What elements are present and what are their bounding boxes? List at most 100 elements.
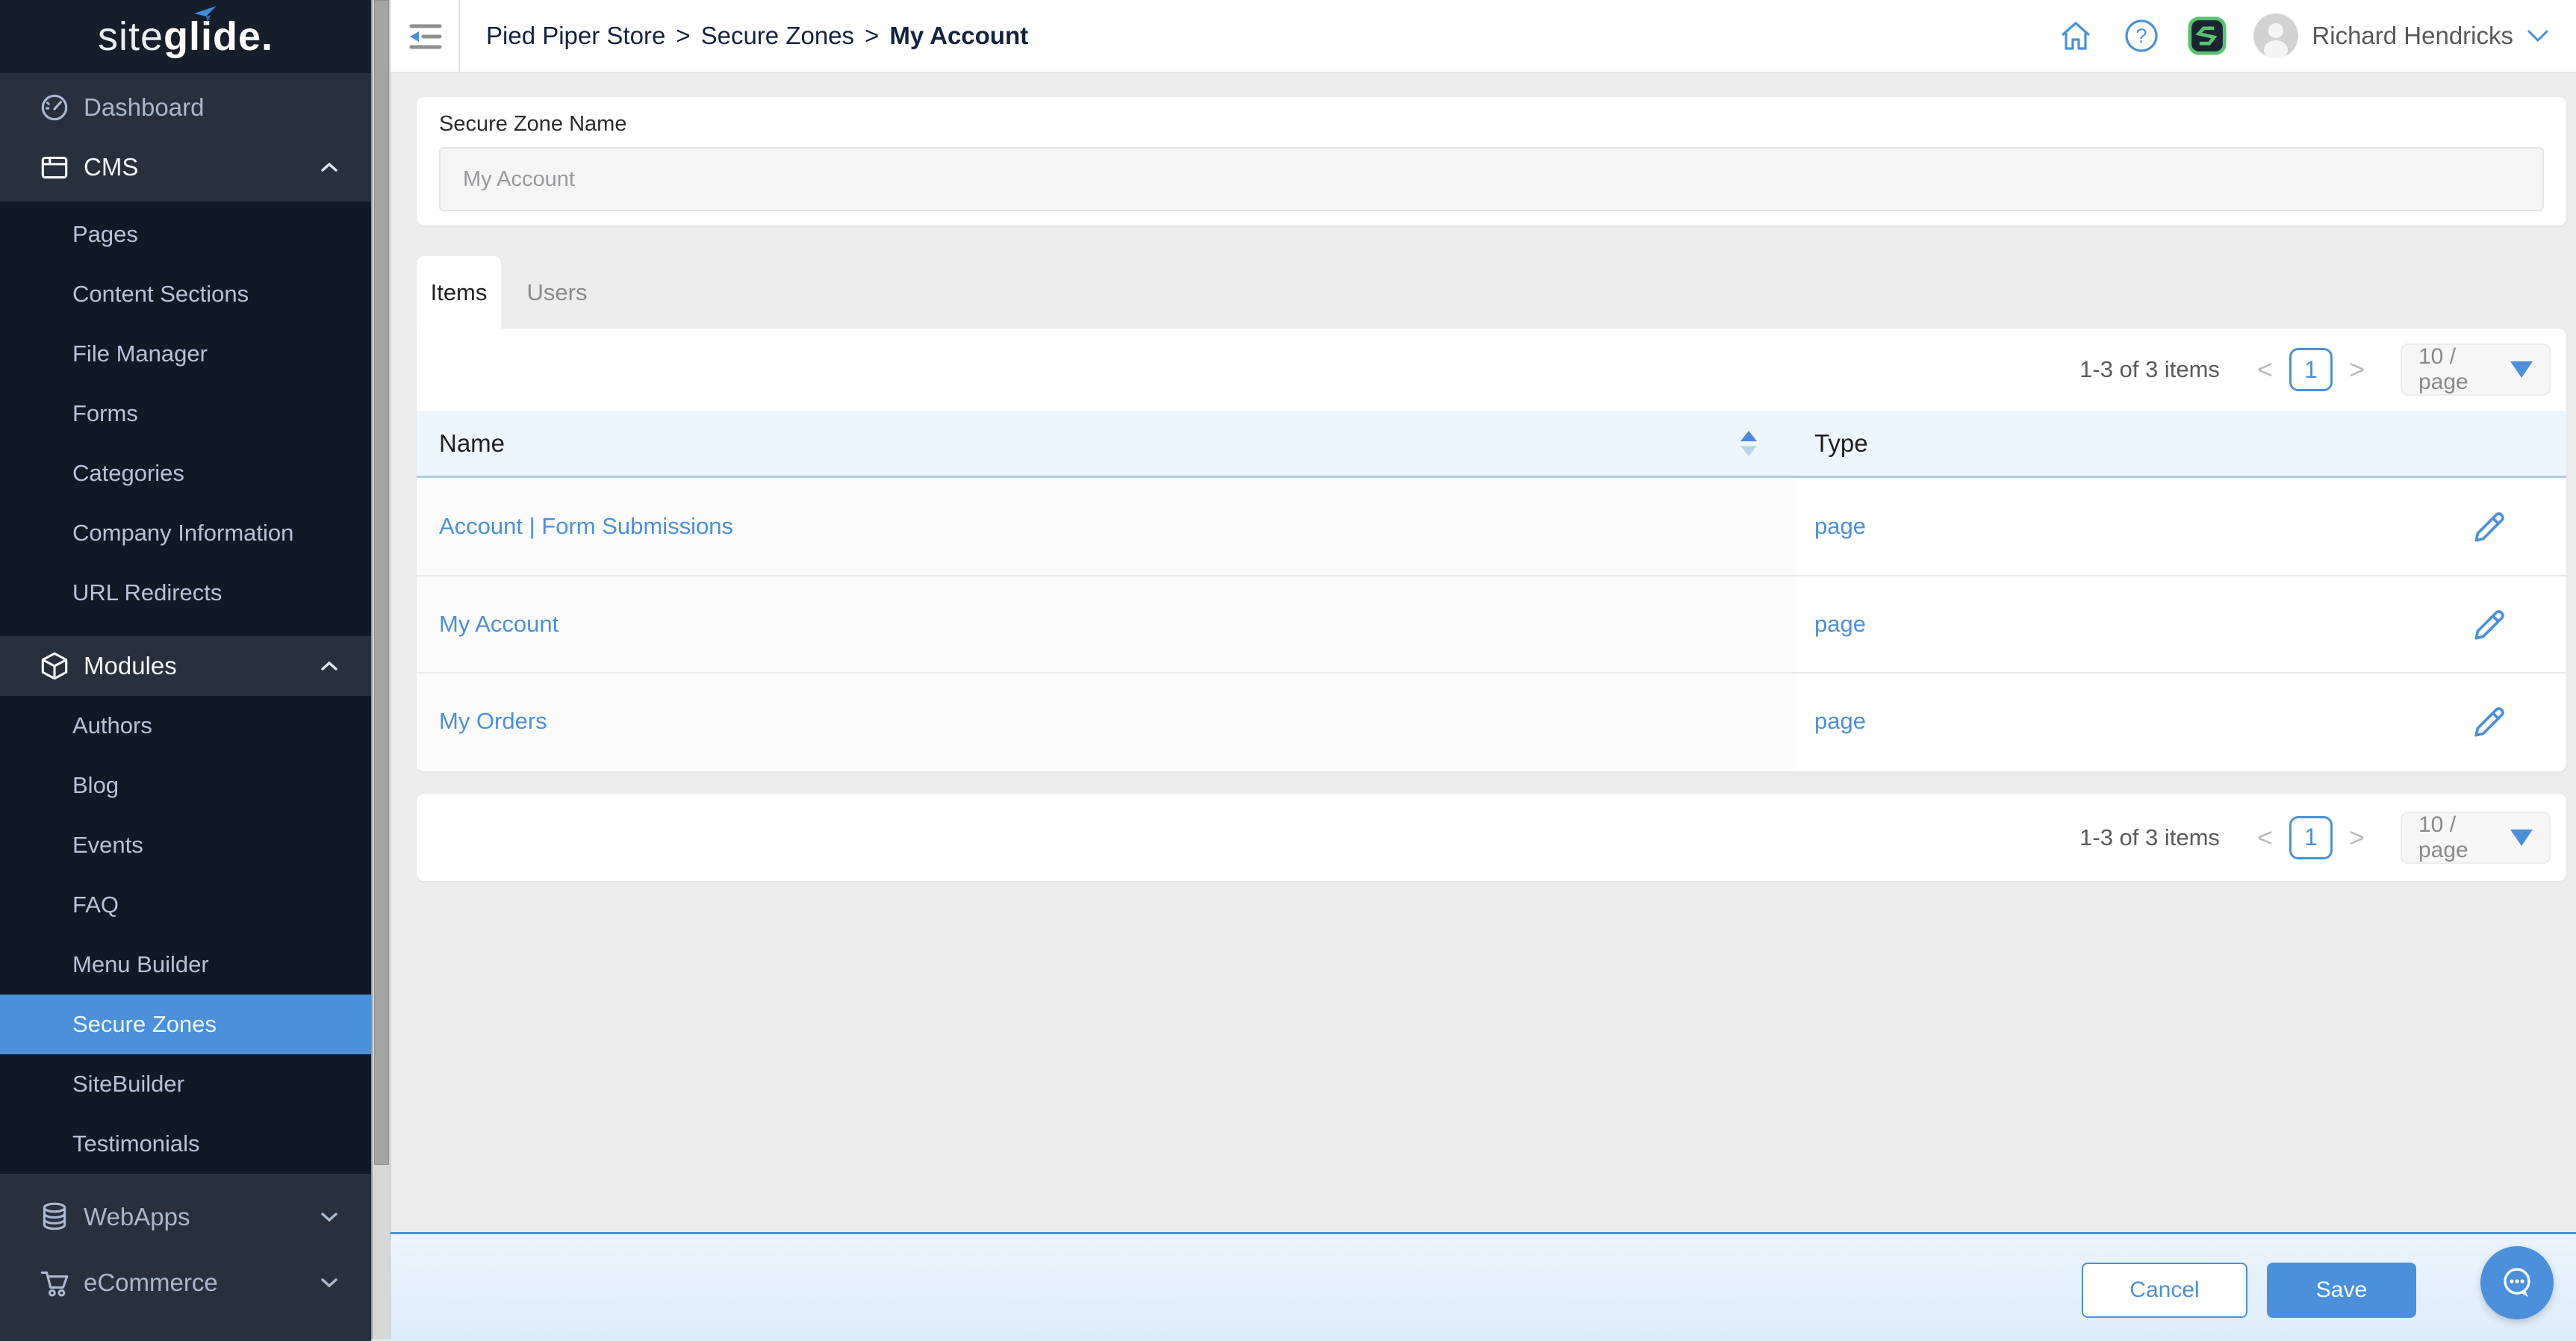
pagination-bottom: 1-3 of 3 items < 1 > 10 / page <box>417 797 2566 879</box>
sidebar-item-url-redirects[interactable]: URL Redirects <box>0 563 371 623</box>
item-link[interactable]: My Account <box>439 611 559 638</box>
sidebar-item-file-manager[interactable]: File Manager <box>0 324 371 384</box>
main-area: Pied Piper Store > Secure Zones > My Acc… <box>391 0 2576 1340</box>
sidebar-scrollbar-thumb[interactable] <box>374 0 389 1165</box>
table-row: Account | Form Submissions page <box>417 478 2566 575</box>
breadcrumb-separator: > <box>676 22 690 50</box>
collapse-sidebar-button[interactable] <box>407 19 444 55</box>
chevron-up-icon <box>320 162 338 172</box>
edit-pencil-icon[interactable] <box>2469 603 2511 645</box>
sidebar-item-label: File Manager <box>72 340 208 367</box>
sort-descending-icon <box>1740 446 1757 456</box>
page-size-select[interactable]: 10 / page <box>2401 343 2551 396</box>
pagination-page-1[interactable]: 1 <box>2289 816 2333 859</box>
sidebar-item-forms[interactable]: Forms <box>0 384 371 444</box>
sidebar-item-menu-builder[interactable]: Menu Builder <box>0 935 371 995</box>
item-type-cell[interactable]: page <box>1796 513 2469 540</box>
logo-text-bold: glide. <box>164 14 273 59</box>
sidebar-modules-group: Modules <box>0 636 371 696</box>
home-button[interactable] <box>2056 16 2095 55</box>
chat-bubble-icon <box>2495 1260 2539 1305</box>
sidebar-scrollbar <box>371 0 391 1340</box>
sort-ascending-icon <box>1740 431 1757 441</box>
sidebar-item-company-information[interactable]: Company Information <box>0 503 371 563</box>
item-type-cell[interactable]: page <box>1796 611 2469 638</box>
pagination-prev-button[interactable]: < <box>2257 354 2273 385</box>
breadcrumb-site[interactable]: Pied Piper Store <box>486 22 665 50</box>
item-name-cell: Account | Form Submissions <box>417 478 1796 575</box>
sidebar-item-label: eCommerce <box>84 1269 218 1297</box>
sidebar-item-ecommerce[interactable]: eCommerce <box>0 1250 371 1316</box>
column-header-name-label: Name <box>439 429 505 457</box>
topbar-divider <box>458 0 460 72</box>
sidebar-item-events[interactable]: Events <box>0 815 371 875</box>
help-button[interactable]: ? <box>2122 16 2161 55</box>
sidebar-item-label: Categories <box>72 460 184 487</box>
dropdown-caret-icon <box>2510 830 2533 846</box>
pagination-page-1[interactable]: 1 <box>2289 348 2333 391</box>
dropdown-caret-icon <box>2510 361 2533 378</box>
sidebar-item-label: FAQ <box>72 892 119 918</box>
pagination-prev-button[interactable]: < <box>2257 822 2273 853</box>
secure-zone-name-input[interactable] <box>439 147 2544 211</box>
secure-zone-name-label: Secure Zone Name <box>439 112 2544 137</box>
sidebar-item-testimonials[interactable]: Testimonials <box>0 1114 371 1174</box>
table-row: My Orders page <box>417 672 2566 769</box>
item-type-cell[interactable]: page <box>1796 708 2469 735</box>
sidebar-item-webapps[interactable]: WebApps <box>0 1184 371 1250</box>
chevron-down-icon <box>320 1278 338 1288</box>
sidebar-item-dashboard[interactable]: Dashboard <box>0 78 371 137</box>
edit-pencil-icon[interactable] <box>2469 700 2511 742</box>
item-actions-cell <box>2469 603 2566 645</box>
cms-window-icon <box>37 150 72 184</box>
logo-text-light: site <box>98 14 164 59</box>
sidebar-item-blog[interactable]: Blog <box>0 756 371 815</box>
sidebar-item-modules[interactable]: Modules <box>0 636 371 696</box>
breadcrumb-secure-zones[interactable]: Secure Zones <box>701 22 854 50</box>
sidebar-item-content-sections[interactable]: Content Sections <box>0 264 371 324</box>
item-actions-cell <box>2469 700 2566 742</box>
pagination-range: 1-3 of 3 items <box>2079 824 2220 851</box>
sidebar-item-secure-zones[interactable]: Secure Zones <box>0 995 371 1054</box>
topbar: Pied Piper Store > Secure Zones > My Acc… <box>391 0 2576 73</box>
sidebar-item-categories[interactable]: Categories <box>0 444 371 503</box>
edit-pencil-icon[interactable] <box>2469 505 2511 547</box>
sidebar-item-authors[interactable]: Authors <box>0 696 371 756</box>
pagination-bottom-panel: 1-3 of 3 items < 1 > 10 / page <box>417 794 2566 881</box>
sidebar-item-cms[interactable]: CMS <box>0 137 371 197</box>
tab-items[interactable]: Items <box>417 256 501 329</box>
sidebar-item-pages[interactable]: Pages <box>0 205 371 264</box>
sidebar-top-groups: Dashboard CMS <box>0 73 371 202</box>
sidebar-item-sitebuilder[interactable]: SiteBuilder <box>0 1054 371 1114</box>
webapps-database-icon <box>37 1200 72 1234</box>
pagination-next-button[interactable]: > <box>2349 822 2365 853</box>
item-link[interactable]: My Orders <box>439 708 547 735</box>
sidebar-item-label: Content Sections <box>72 281 249 308</box>
logo-block: siteglide. <box>0 0 371 73</box>
tab-users[interactable]: Users <box>501 256 613 329</box>
chevron-down-icon <box>320 1212 338 1222</box>
siteglide-badge-icon[interactable] <box>2188 16 2227 55</box>
sidebar-item-label: Company Information <box>72 520 293 547</box>
tabs: Items Users <box>417 256 613 329</box>
save-button[interactable]: Save <box>2267 1263 2416 1318</box>
sidebar-item-faq[interactable]: FAQ <box>0 875 371 935</box>
cancel-button[interactable]: Cancel <box>2082 1263 2247 1318</box>
table-row: My Account page <box>417 575 2566 672</box>
user-name: Richard Hendricks <box>2312 22 2513 50</box>
menu-fold-arrow <box>410 31 419 42</box>
item-link[interactable]: Account | Form Submissions <box>439 513 733 540</box>
chat-bubble-button[interactable] <box>2480 1246 2554 1319</box>
page-size-select[interactable]: 10 / page <box>2401 812 2551 864</box>
page-size-value: 10 / page <box>2418 812 2510 863</box>
table-header: Name Type <box>417 411 2566 478</box>
sidebar-item-label: Events <box>72 832 143 859</box>
item-name-cell: My Account <box>417 576 1796 672</box>
sidebar-item-label: Testimonials <box>72 1130 200 1157</box>
user-menu[interactable]: Richard Hendricks <box>2253 13 2549 58</box>
column-header-name[interactable]: Name <box>417 429 1796 458</box>
sidebar-item-label: SiteBuilder <box>72 1071 184 1098</box>
sort-icon[interactable] <box>1740 431 1757 456</box>
breadcrumb: Pied Piper Store > Secure Zones > My Acc… <box>486 0 1028 72</box>
pagination-next-button[interactable]: > <box>2349 354 2365 385</box>
